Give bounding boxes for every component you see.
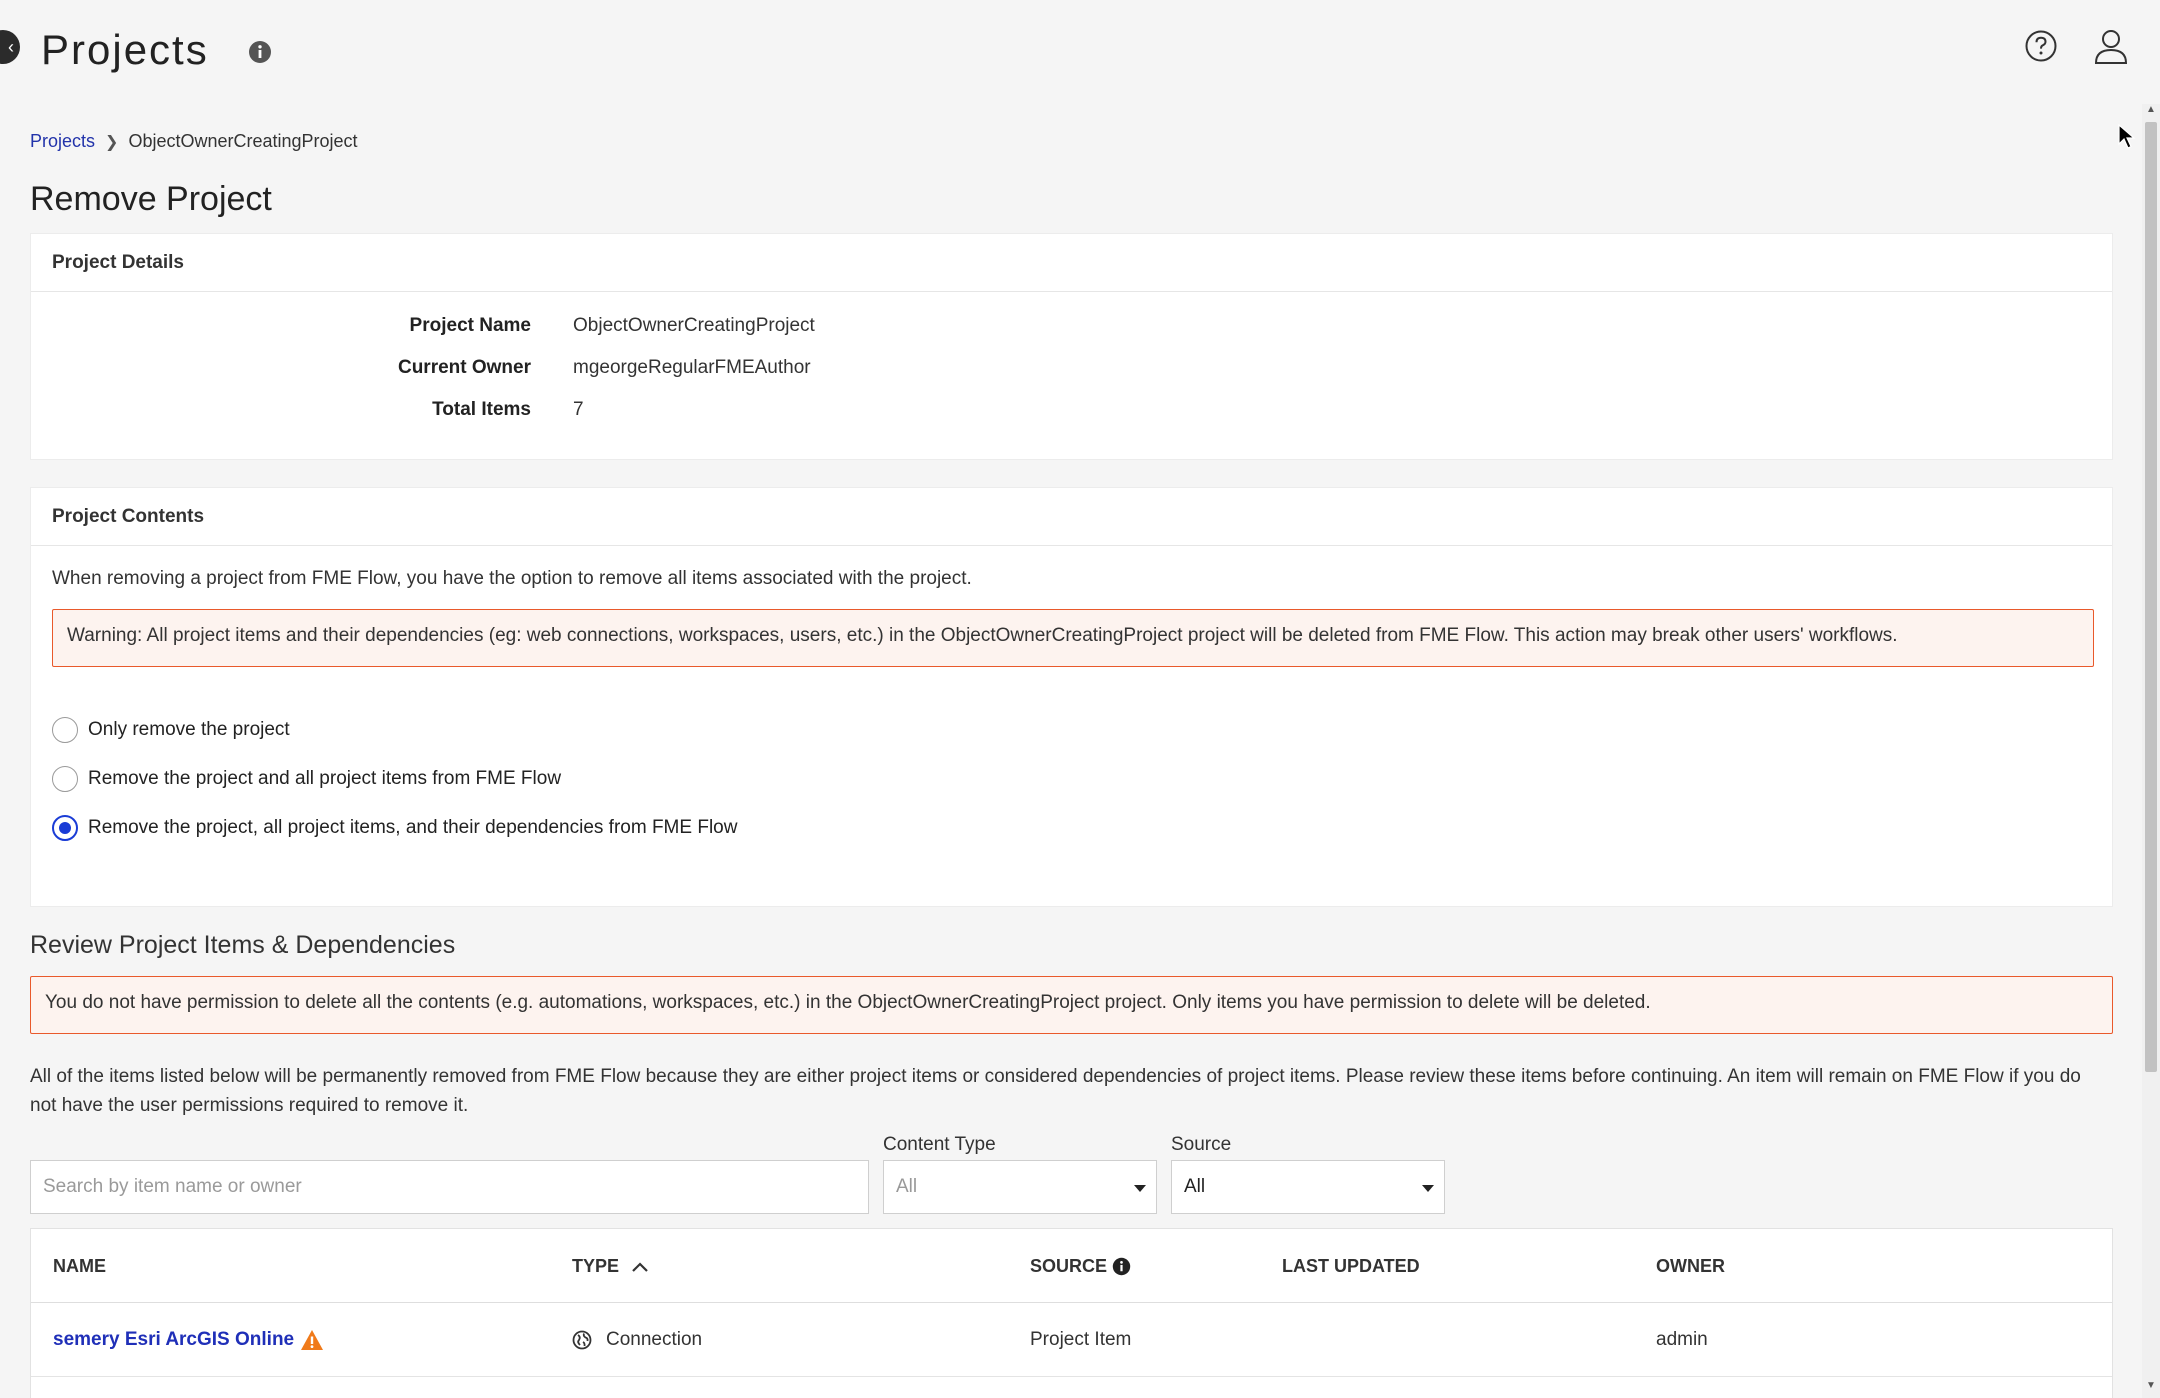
column-header-label: TYPE xyxy=(572,1256,620,1276)
page-scrollbar[interactable]: ▲ ▼ xyxy=(2142,104,2160,1398)
detail-label: Project Name xyxy=(409,315,531,336)
breadcrumb: Projects ❯ ObjectOwnerCreatingProject xyxy=(30,131,358,152)
column-header-type[interactable]: TYPE xyxy=(572,1256,649,1277)
column-header-last-updated[interactable]: LAST UPDATED xyxy=(1282,1256,1420,1277)
radio-button[interactable] xyxy=(52,717,78,743)
caret-down-icon xyxy=(1134,1185,1146,1192)
sort-ascending-icon[interactable] xyxy=(631,1261,649,1273)
source-label: Source xyxy=(1171,1134,1232,1155)
project-details-card: Project Details Project Name ObjectOwner… xyxy=(30,233,2113,460)
column-header-source[interactable]: SOURCE xyxy=(1030,1256,1131,1277)
globe-icon xyxy=(572,1330,592,1350)
page-title: Remove Project xyxy=(30,180,272,218)
scroll-down-arrow-icon[interactable]: ▼ xyxy=(2146,1380,2156,1391)
warning-triangle-icon xyxy=(301,1330,324,1350)
project-details-header: Project Details xyxy=(31,234,2112,292)
info-icon[interactable] xyxy=(1112,1257,1131,1276)
radio-only-remove-project[interactable]: Only remove the project xyxy=(52,717,290,743)
content-type-label: Content Type xyxy=(883,1134,996,1155)
review-section-title: Review Project Items & Dependencies xyxy=(30,931,456,959)
source-select[interactable]: All xyxy=(1171,1160,1445,1214)
project-contents-header: Project Contents xyxy=(31,488,2112,546)
content-type-select[interactable]: All xyxy=(883,1160,1157,1214)
detail-label: Total Items xyxy=(432,399,531,420)
radio-label[interactable]: Remove the project, all project items, a… xyxy=(88,817,737,839)
contents-warning-banner: Warning: All project items and their dep… xyxy=(52,609,2094,667)
radio-button[interactable] xyxy=(52,766,78,792)
item-name-link[interactable]: semery Esri ArcGIS Online xyxy=(53,1329,324,1351)
table-header: NAME TYPE SOURCE LAST UPDATED OWNER xyxy=(31,1229,2112,1303)
column-header-label: NAME xyxy=(53,1256,106,1276)
contents-description: When removing a project from FME Flow, y… xyxy=(52,568,972,589)
scroll-up-arrow-icon[interactable]: ▲ xyxy=(2146,104,2156,115)
breadcrumb-projects-link[interactable]: Projects xyxy=(30,131,95,152)
column-header-label: LAST UPDATED xyxy=(1282,1256,1420,1276)
scroll-thumb[interactable] xyxy=(2145,122,2157,1072)
content-type-value: All xyxy=(896,1176,918,1197)
help-icon[interactable] xyxy=(2024,29,2058,63)
table-row[interactable]: semery Esri ArcGIS Online Connection Pro… xyxy=(31,1303,2112,1377)
app-title: Projects xyxy=(41,26,209,73)
detail-value: ObjectOwnerCreatingProject xyxy=(573,315,815,336)
item-owner: admin xyxy=(1656,1329,1708,1350)
radio-remove-project-items-dependencies[interactable]: Remove the project, all project items, a… xyxy=(52,815,737,841)
top-bar: Projects xyxy=(0,0,2160,110)
project-contents-card: Project Contents When removing a project… xyxy=(30,487,2113,907)
user-account-icon[interactable] xyxy=(2093,28,2129,66)
item-name[interactable]: semery Esri ArcGIS Online xyxy=(53,1329,294,1351)
breadcrumb-current: ObjectOwnerCreatingProject xyxy=(128,131,358,151)
radio-remove-project-and-items[interactable]: Remove the project and all project items… xyxy=(52,766,561,792)
item-type: Connection xyxy=(572,1329,702,1351)
mouse-cursor-icon xyxy=(2118,124,2136,149)
source-value: All xyxy=(1184,1176,1206,1197)
review-description: All of the items listed below will be pe… xyxy=(30,1066,2081,1116)
radio-button-selected[interactable] xyxy=(52,815,78,841)
item-type-label: Connection xyxy=(606,1329,703,1350)
detail-value: mgeorgeRegularFMEAuthor xyxy=(573,357,811,378)
column-header-label: SOURCE xyxy=(1030,1256,1108,1276)
items-table: NAME TYPE SOURCE LAST UPDATED OWNER seme… xyxy=(30,1228,2113,1398)
search-input[interactable] xyxy=(30,1160,869,1214)
item-source: Project Item xyxy=(1030,1329,1132,1350)
chevron-right-icon: ❯ xyxy=(105,133,119,151)
radio-label[interactable]: Remove the project and all project items… xyxy=(88,768,561,790)
column-header-name[interactable]: NAME xyxy=(53,1256,106,1277)
caret-down-icon xyxy=(1422,1185,1434,1192)
column-header-label: OWNER xyxy=(1656,1256,1725,1276)
detail-value: 7 xyxy=(573,399,584,420)
info-icon[interactable] xyxy=(248,40,272,64)
permission-warning-banner: You do not have permission to delete all… xyxy=(30,976,2113,1034)
detail-label: Current Owner xyxy=(397,357,531,378)
radio-label[interactable]: Only remove the project xyxy=(88,719,290,741)
column-header-owner[interactable]: OWNER xyxy=(1656,1256,1725,1277)
